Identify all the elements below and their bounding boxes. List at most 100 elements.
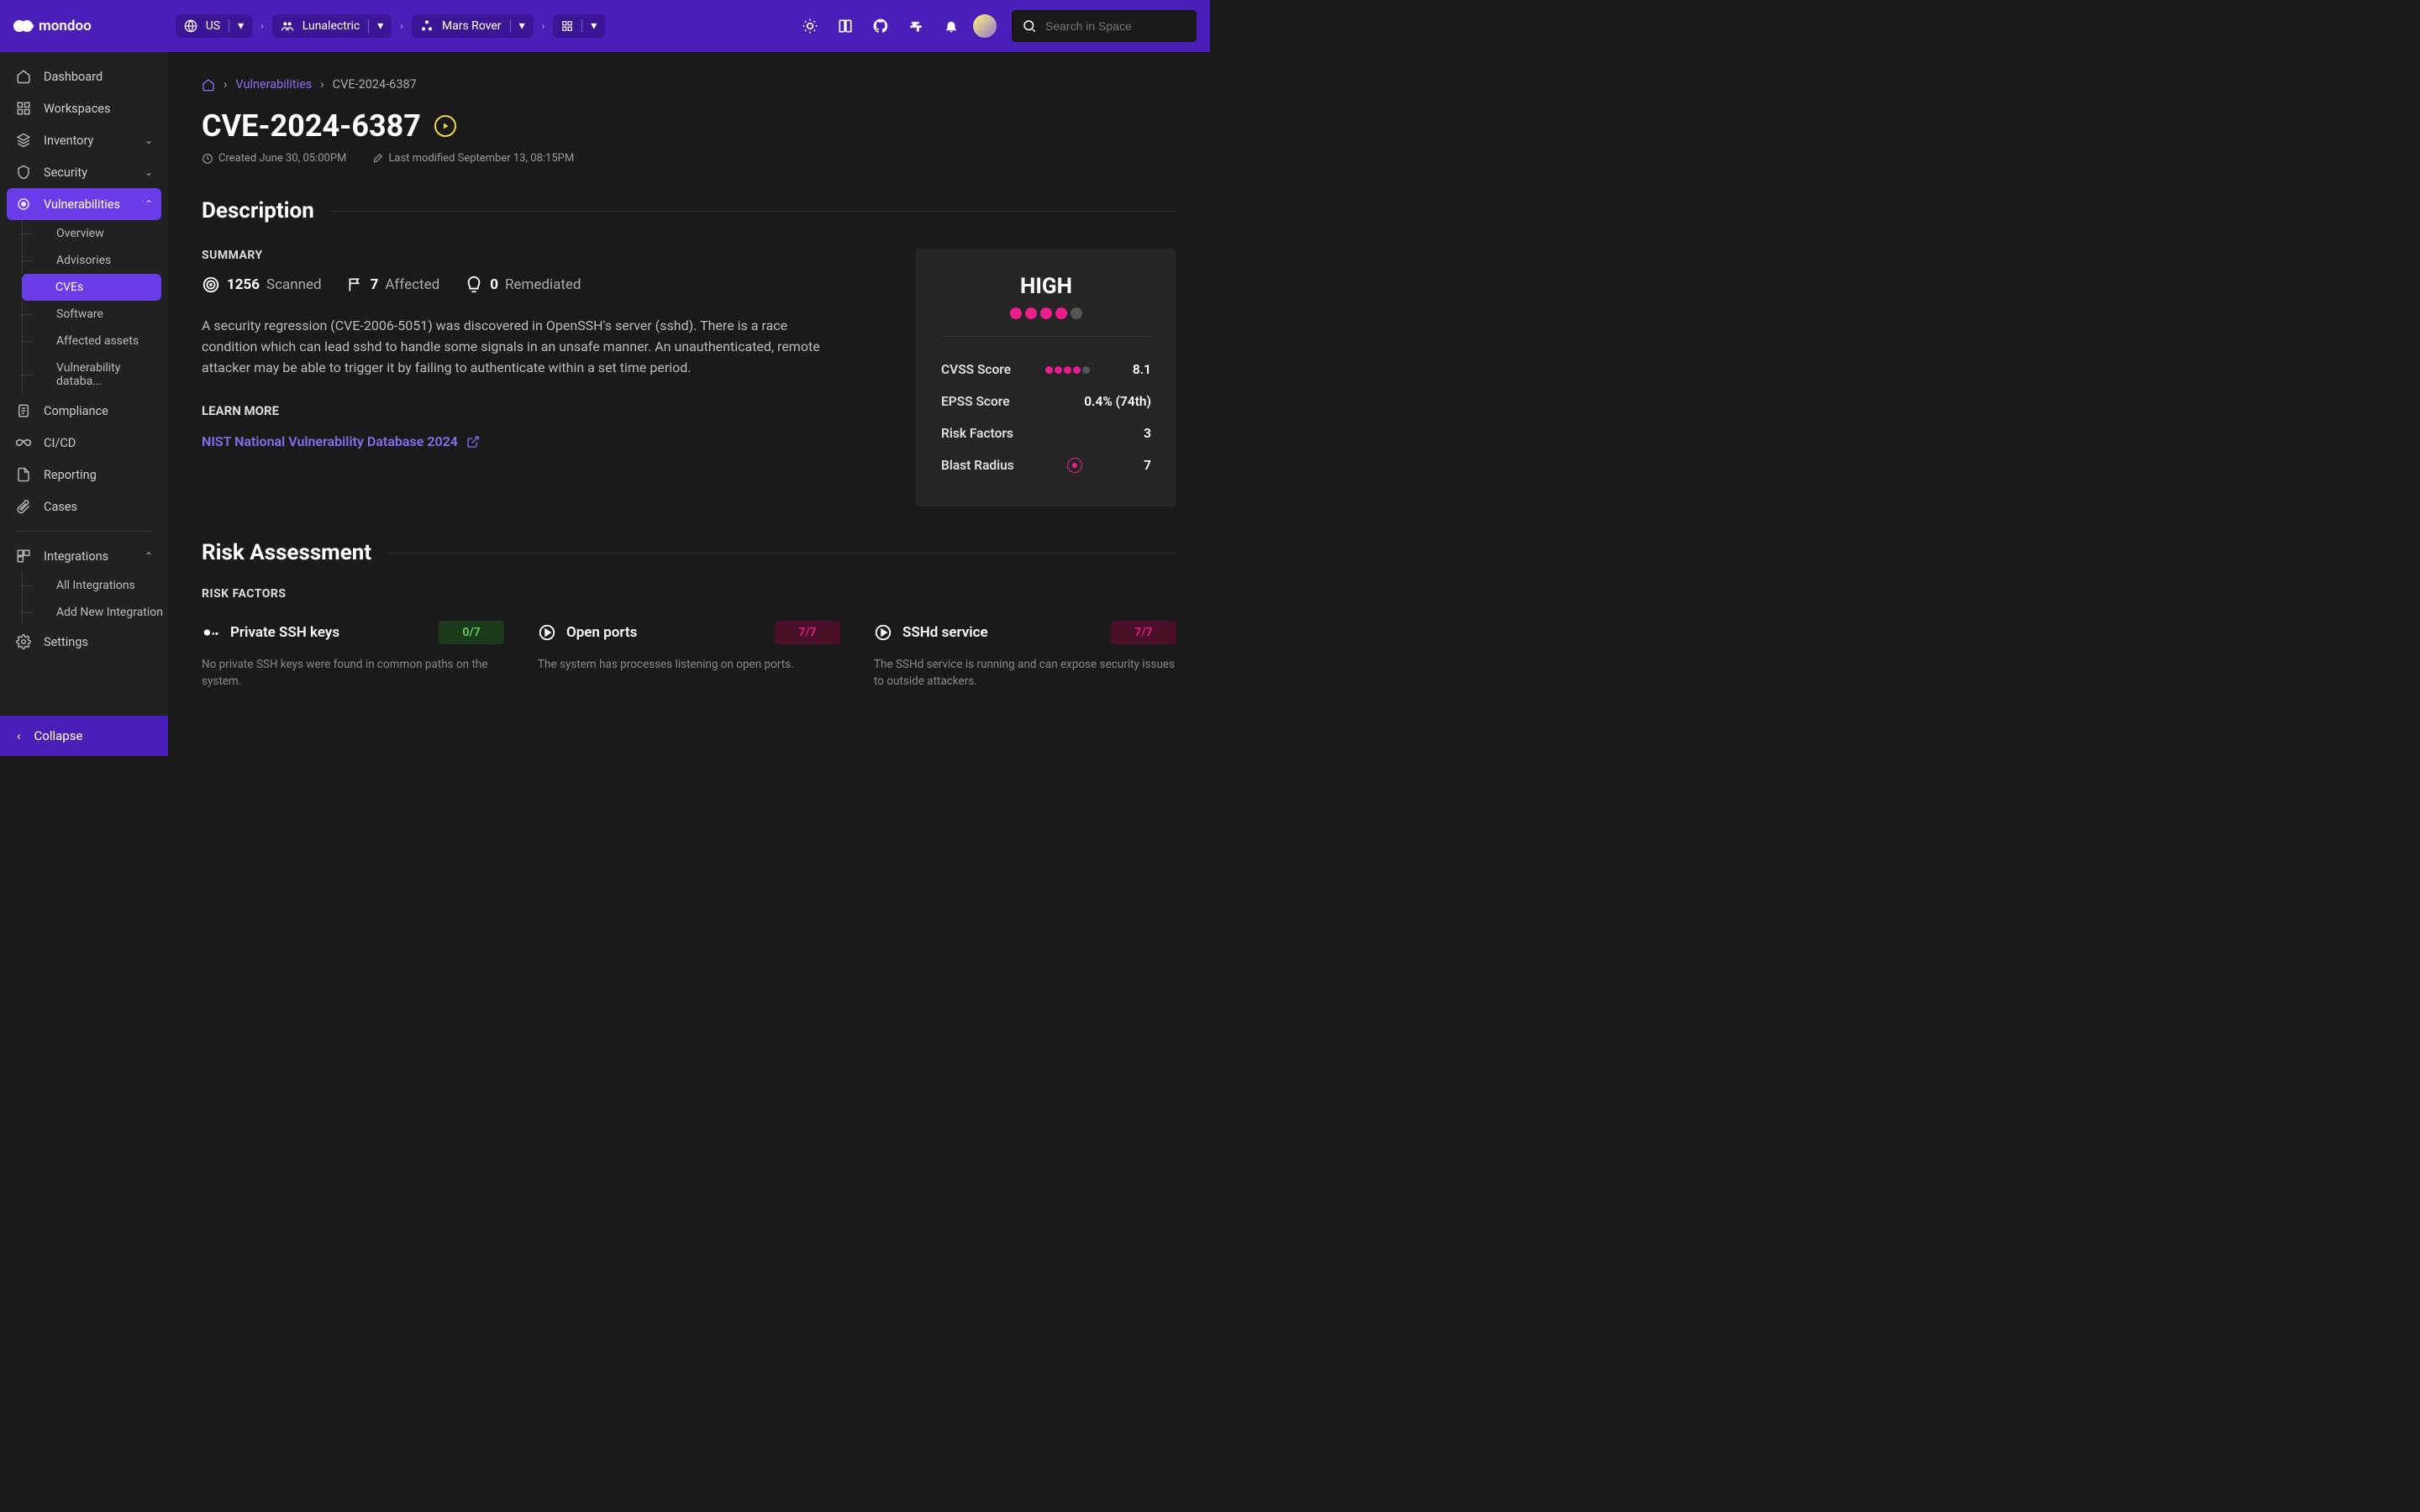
description-body: A security regression (CVE-2006-5051) wa…: [202, 316, 840, 378]
nav-integrations-add[interactable]: Add New Integration: [22, 599, 168, 626]
paperclip-icon: [15, 498, 32, 515]
modified-meta: Last modified September 13, 08:15PM: [371, 152, 574, 165]
puzzle-icon: [15, 548, 32, 564]
chevron-up-icon: ⌃: [145, 550, 153, 562]
nav-integrations-all[interactable]: All Integrations: [22, 572, 168, 599]
global-search[interactable]: [1012, 10, 1197, 42]
section-risk-assessment: Risk Assessment: [202, 540, 1176, 565]
risk-badge: 7/7: [775, 621, 840, 644]
scope-org[interactable]: Lunalectric ▾: [272, 14, 392, 38]
nav-compliance[interactable]: Compliance: [0, 395, 168, 427]
brand-name: mondoo: [39, 18, 92, 34]
brand-logo[interactable]: mondoo: [13, 18, 92, 34]
scope-separator: ›: [260, 20, 264, 32]
scope-separator: ›: [542, 20, 545, 32]
gear-icon: [15, 633, 32, 650]
nav-vulnerabilities[interactable]: Vulnerabilities ⌃: [7, 188, 161, 220]
chevron-down-icon: ▾: [591, 19, 597, 33]
nist-link[interactable]: NIST National Vulnerability Database 202…: [202, 433, 882, 449]
nav-label: Vulnerabilities: [44, 197, 120, 212]
grid-icon: [561, 20, 573, 32]
clipboard-icon: [15, 402, 32, 419]
play-circle-icon: [874, 623, 892, 642]
nav-label: Settings: [44, 635, 88, 649]
chevron-left-icon: ‹: [17, 728, 21, 743]
nav-label: CI/CD: [44, 436, 76, 450]
severity-dots: [941, 307, 1151, 319]
shield-icon: [15, 164, 32, 181]
collapse-sidebar[interactable]: ‹ Collapse: [0, 716, 168, 756]
nav-vuln-cves[interactable]: CVEs: [22, 274, 161, 301]
page-title: CVE-2024-6387: [202, 108, 421, 144]
nav-vuln-advisories[interactable]: Advisories: [22, 247, 168, 274]
nav-label: Compliance: [44, 404, 108, 418]
nav-integrations[interactable]: Integrations ⌃: [0, 540, 168, 572]
risk-factors-label: RISK FACTORS: [202, 587, 1176, 601]
learn-more-label: LEARN MORE: [202, 403, 882, 418]
nav-vuln-affected[interactable]: Affected assets: [22, 328, 168, 354]
theme-toggle[interactable]: [797, 13, 823, 39]
epss-row: EPSS Score 0.4% (74th): [941, 386, 1151, 417]
nav-settings[interactable]: Settings: [0, 626, 168, 658]
scope-separator: ›: [400, 20, 403, 32]
breadcrumb-vulnerabilities[interactable]: Vulnerabilities: [235, 77, 312, 92]
scope-region[interactable]: US ▾: [176, 14, 252, 38]
search-icon: [1022, 18, 1037, 34]
slack-icon[interactable]: [902, 13, 929, 39]
nav-vuln-database[interactable]: Vulnerability databa...: [22, 354, 168, 395]
breadcrumb-current: CVE-2024-6387: [333, 77, 417, 92]
nav-label: Security: [44, 165, 87, 180]
github-icon[interactable]: [867, 13, 894, 39]
nav-reporting[interactable]: Reporting: [0, 459, 168, 491]
user-avatar[interactable]: [973, 14, 997, 38]
search-input[interactable]: [1045, 19, 1186, 33]
summary-label: SUMMARY: [202, 249, 882, 262]
nav-workspaces[interactable]: Workspaces: [0, 92, 168, 124]
external-link-icon: [466, 435, 480, 449]
scope-workspace[interactable]: ▾: [553, 14, 605, 38]
home-icon: [15, 68, 32, 85]
play-circle-icon: [538, 623, 556, 642]
risk-factors-row: Risk Factors 3: [941, 417, 1151, 449]
scope-space[interactable]: Mars Rover ▾: [412, 14, 534, 38]
people-icon: [281, 19, 294, 33]
region-label: US: [206, 19, 220, 33]
chevron-down-icon: ▾: [377, 19, 383, 33]
nav-dashboard[interactable]: Dashboard: [0, 60, 168, 92]
risk-badge: 0/7: [439, 621, 504, 644]
chevron-down-icon: ⌄: [145, 166, 153, 178]
created-meta: Created June 30, 05:00PM: [202, 152, 346, 165]
home-icon[interactable]: [202, 78, 215, 92]
nav-vuln-software[interactable]: Software: [22, 301, 168, 328]
radar-icon: [1067, 458, 1082, 473]
space-label: Mars Rover: [442, 19, 502, 33]
nav-vuln-overview[interactable]: Overview: [22, 220, 168, 247]
collapse-label: Collapse: [34, 728, 83, 743]
nav-inventory[interactable]: Inventory ⌄: [0, 124, 168, 156]
nav-label: Dashboard: [44, 70, 103, 84]
nav-security[interactable]: Security ⌄: [0, 156, 168, 188]
nav-cicd[interactable]: CI/CD: [0, 427, 168, 459]
bug-icon: [15, 196, 32, 213]
notifications-icon[interactable]: [938, 13, 965, 39]
nodes-icon: [420, 19, 434, 33]
grid-icon: [15, 100, 32, 117]
docs-icon[interactable]: [832, 13, 859, 39]
stat-scanned: 1256Scanned: [202, 276, 322, 294]
risk-card-ssh-keys: Private SSH keys 0/7 No private SSH keys…: [202, 621, 504, 690]
blast-radius-row: Blast Radius 7: [941, 449, 1151, 481]
nav-label: Reporting: [44, 468, 97, 482]
nav-label: Inventory: [44, 134, 93, 148]
nav-cases[interactable]: Cases: [0, 491, 168, 522]
cvss-row: CVSS Score 8.1: [941, 354, 1151, 386]
section-description: Description: [202, 198, 1176, 223]
risk-badge: 7/7: [1111, 621, 1176, 644]
document-icon: [15, 466, 32, 483]
org-label: Lunalectric: [302, 19, 360, 33]
chevron-up-icon: ⌃: [145, 198, 153, 210]
play-badge-icon[interactable]: [434, 115, 456, 137]
chevron-down-icon: ▾: [519, 19, 525, 33]
infinity-icon: [15, 434, 32, 451]
stat-remediated: 0Remediated: [465, 276, 581, 294]
nav-label: Integrations: [44, 549, 108, 564]
